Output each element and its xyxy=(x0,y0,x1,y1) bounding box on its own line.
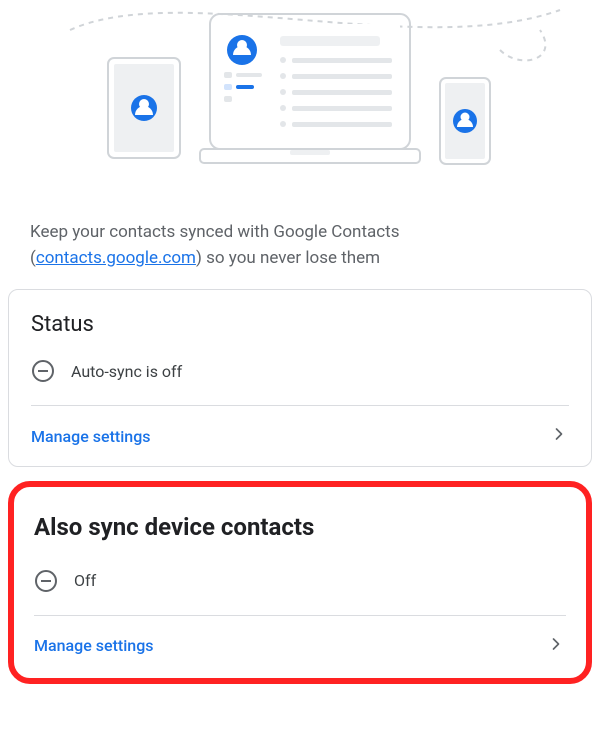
manage-settings-label: Manage settings xyxy=(34,636,154,655)
intro-text: Keep your contacts synced with Google Co… xyxy=(0,220,600,271)
manage-settings-device[interactable]: Manage settings xyxy=(34,616,566,676)
manage-settings-status[interactable]: Manage settings xyxy=(31,406,569,466)
status-value: Auto-sync is off xyxy=(71,362,182,381)
status-row: Auto-sync is off xyxy=(31,351,569,405)
device-off-icon xyxy=(34,569,58,593)
device-status-row: Off xyxy=(34,561,566,615)
intro-after: ) so you never lose them xyxy=(196,248,380,268)
device-title: Also sync device contacts xyxy=(34,513,566,541)
hero-illustration xyxy=(0,0,600,190)
device-value: Off xyxy=(74,571,96,590)
manage-settings-label: Manage settings xyxy=(31,427,151,446)
contacts-link[interactable]: contacts.google.com xyxy=(36,248,196,268)
chevron-right-icon xyxy=(549,424,569,448)
device-contacts-highlight: Also sync device contacts Off Manage set… xyxy=(8,481,592,684)
status-title: Status xyxy=(31,312,569,337)
sync-off-icon xyxy=(31,359,55,383)
status-card: Status Auto-sync is off Manage settings xyxy=(8,289,592,467)
chevron-right-icon xyxy=(546,634,566,658)
device-contacts-card: Also sync device contacts Off Manage set… xyxy=(34,513,566,676)
